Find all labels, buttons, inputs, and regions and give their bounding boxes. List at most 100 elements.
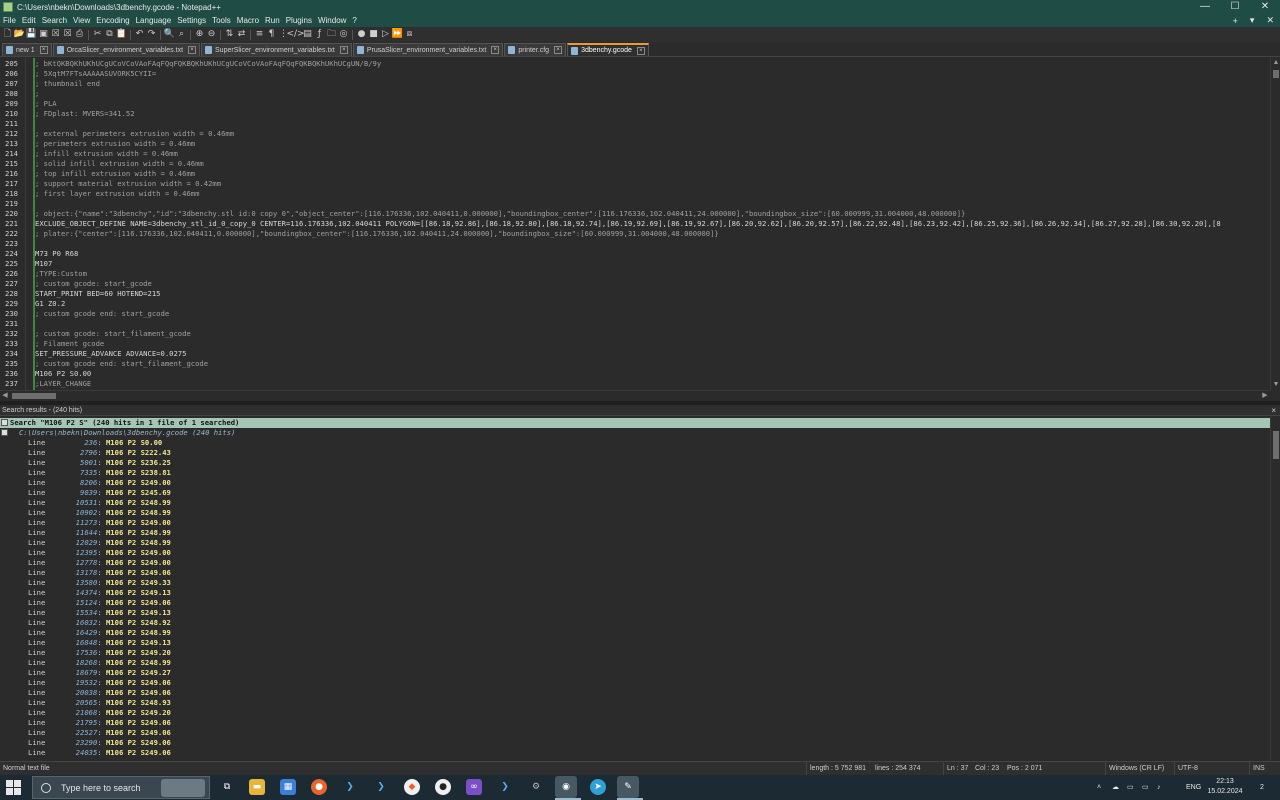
tray-network-icon[interactable]: ▭: [1127, 775, 1134, 800]
document-tab[interactable]: new 1 ×: [2, 43, 52, 56]
tab-close-icon[interactable]: ×: [636, 46, 645, 55]
function-list-icon[interactable]: ƒ: [314, 29, 325, 40]
document-tab[interactable]: PrusaSlicer_environment_variables.txt ×: [352, 43, 504, 56]
play-macro-icon[interactable]: ▷: [380, 29, 391, 40]
menu-item-run[interactable]: Run: [265, 16, 280, 25]
search-hit-row[interactable]: Line 20038: M106 P2 S249.06: [0, 688, 171, 698]
stop-macro-icon[interactable]: ■: [368, 29, 379, 40]
code-line[interactable]: ; custom gcode: start_filament_gcode: [35, 329, 191, 339]
redo-icon[interactable]: ↷: [146, 29, 157, 40]
search-hit-row[interactable]: Line 15124: M106 P2 S249.06: [0, 598, 171, 608]
browser-app-icon[interactable]: ◉: [555, 776, 577, 798]
close-all-icon[interactable]: ☒: [62, 29, 73, 40]
results-vertical-scrollbar[interactable]: [1270, 417, 1280, 760]
document-tab[interactable]: OrcaSlicer_environment_variables.txt ×: [52, 43, 201, 56]
menu-item-search[interactable]: Search: [42, 16, 67, 25]
menu-item-language[interactable]: Language: [136, 16, 172, 25]
save-all-icon[interactable]: ▣: [38, 29, 49, 40]
status-encoding[interactable]: UTF-8: [1174, 762, 1198, 776]
search-hit-row[interactable]: Line 12029: M106 P2 S248.99: [0, 538, 171, 548]
code-line[interactable]: ;LAYER_CHANGE: [35, 379, 91, 389]
scroll-up-arrow-icon[interactable]: ▲: [1271, 58, 1280, 68]
code-line[interactable]: M73 P0 R68: [35, 249, 78, 259]
copy-icon[interactable]: ⧉: [104, 29, 115, 40]
task-view-icon[interactable]: ⧉: [219, 779, 235, 795]
taskbar-search-box[interactable]: Type here to search: [32, 776, 210, 799]
collapse-search-icon[interactable]: [1, 419, 8, 426]
search-hit-row[interactable]: Line 11644: M106 P2 S248.99: [0, 528, 171, 538]
code-editor[interactable]: 205 ; bKtQKBQKhUKhUCgUCoVCoVAoFAqFQqFQKBQ…: [0, 58, 1280, 390]
search-hit-row[interactable]: Line 16848: M106 P2 S249.13: [0, 638, 171, 648]
search-hit-row[interactable]: Line 16429: M106 P2 S248.99: [0, 628, 171, 638]
search-hit-row[interactable]: Line 2796: M106 P2 S222.43: [0, 448, 171, 458]
search-hit-row[interactable]: Line 14374: M106 P2 S249.13: [0, 588, 171, 598]
paste-icon[interactable]: 📋: [116, 29, 127, 40]
close-panel-icon[interactable]: ×: [1271, 405, 1276, 416]
code-line[interactable]: ; external perimeters extrusion width = …: [35, 129, 234, 139]
search-hit-row[interactable]: Line 16032: M106 P2 S248.92: [0, 618, 171, 628]
search-hit-row[interactable]: Line 10902: M106 P2 S248.99: [0, 508, 171, 518]
find-icon[interactable]: 🔍: [164, 29, 175, 40]
monitoring-icon[interactable]: ◎: [338, 29, 349, 40]
notification-center-icon[interactable]: 2: [1254, 775, 1270, 800]
new-tab-plus-icon[interactable]: +: [1233, 16, 1238, 26]
search-hit-row[interactable]: Line 12778: M106 P2 S249.00: [0, 558, 171, 568]
menu-item-help[interactable]: ?: [352, 16, 356, 25]
word-wrap-icon[interactable]: ≡: [254, 29, 265, 40]
menu-item-tools[interactable]: Tools: [212, 16, 231, 25]
code-line[interactable]: ; Filament gcode: [35, 339, 104, 349]
open-file-icon[interactable]: 📂: [14, 29, 25, 40]
search-hit-row[interactable]: Line 13580: M106 P2 S249.33: [0, 578, 171, 588]
code-line[interactable]: ;TYPE:Custom: [35, 269, 87, 279]
telegram-icon[interactable]: ➤: [590, 779, 606, 795]
code-line[interactable]: ; perimeters extrusion width = 0.46mm: [35, 139, 195, 149]
tray-cloud-icon[interactable]: ☁: [1112, 775, 1119, 800]
search-file-row[interactable]: C:\Users\nbekn\Downloads\3dbenchy.gcode …: [0, 428, 235, 438]
code-line[interactable]: ; solid infill extrusion width = 0.46mm: [35, 159, 204, 169]
search-hit-row[interactable]: Line 24035: M106 P2 S249.06: [0, 748, 171, 758]
tray-monitor-icon[interactable]: ▭: [1142, 775, 1149, 800]
tab-close-icon[interactable]: ×: [339, 46, 348, 54]
code-line[interactable]: ; custom gcode: start_gcode: [35, 279, 152, 289]
notepadpp-taskbar-icon[interactable]: ✎: [617, 776, 639, 798]
firefox-icon[interactable]: ●: [311, 779, 327, 795]
search-hit-row[interactable]: Line 17536: M106 P2 S249.20: [0, 648, 171, 658]
new-file-icon[interactable]: 🗋: [2, 29, 13, 40]
search-hit-row[interactable]: Line 13178: M106 P2 S249.06: [0, 568, 171, 578]
tab-close-icon[interactable]: ×: [39, 46, 48, 54]
search-hit-row[interactable]: Line 19532: M106 P2 S249.06: [0, 678, 171, 688]
code-line[interactable]: ; top infill extrusion width = 0.46mm: [35, 169, 195, 179]
search-hit-row[interactable]: Line 15534: M106 P2 S249.13: [0, 608, 171, 618]
menu-item-settings[interactable]: Settings: [177, 16, 206, 25]
close-document-icon[interactable]: ✕: [1266, 15, 1274, 26]
code-line[interactable]: ; bKtQKBQKhUKhUCgUCoVCoVAoFAqFQqFQKBQKhU…: [35, 59, 381, 69]
code-line[interactable]: ; plater:{"center":[116.176336,102.04041…: [35, 229, 719, 239]
menu-item-encoding[interactable]: Encoding: [96, 16, 129, 25]
menu-item-file[interactable]: File: [3, 16, 16, 25]
code-line[interactable]: ; support material extrusion width = 0.4…: [35, 179, 221, 189]
file-explorer-icon[interactable]: ▬: [249, 779, 265, 795]
tab-close-icon[interactable]: ×: [188, 46, 197, 54]
run-macro-multiple-icon[interactable]: ⏩: [392, 29, 403, 40]
code-line[interactable]: ; object:{"name":"3dbenchy","id":"3dbenc…: [35, 209, 965, 219]
tray-clock[interactable]: 22:13 15.02.2024: [1205, 777, 1245, 797]
app-blue-swoosh-icon-2[interactable]: ❯: [373, 779, 389, 795]
replace-icon[interactable]: ⌕: [176, 29, 187, 40]
save-macro-icon[interactable]: ⧈: [404, 29, 415, 40]
folder-workspace-icon[interactable]: 🗀: [326, 29, 337, 40]
code-line[interactable]: ; 5XqtM7FTsAAAAASUVORK5CYII=: [35, 69, 156, 79]
scroll-left-arrow-icon[interactable]: ◀: [0, 391, 10, 401]
tab-close-icon[interactable]: ×: [491, 46, 500, 54]
sync-horizontal-icon[interactable]: ⇄: [236, 29, 247, 40]
search-hit-row[interactable]: Line 18679: M106 P2 S249.27: [0, 668, 171, 678]
scroll-thumb[interactable]: [1273, 70, 1279, 78]
document-tab[interactable]: 3dbenchy.gcode ×: [567, 43, 649, 56]
settings-gear-icon[interactable]: ⚙: [528, 779, 544, 795]
tray-chevron-up-icon[interactable]: ˄: [1097, 775, 1101, 800]
editor-horizontal-scrollbar[interactable]: ◀ ▶: [0, 390, 1270, 400]
search-hit-row[interactable]: Line 8206: M106 P2 S249.00: [0, 478, 171, 488]
editor-vertical-scrollbar[interactable]: ▲ ▼: [1270, 58, 1280, 390]
search-hit-row[interactable]: Line 5001: M106 P2 S236.25: [0, 458, 171, 468]
tray-language[interactable]: ENG: [1186, 775, 1201, 800]
search-results-list[interactable]: Search "M106 P2 S" (240 hits in 1 file o…: [0, 417, 1270, 760]
